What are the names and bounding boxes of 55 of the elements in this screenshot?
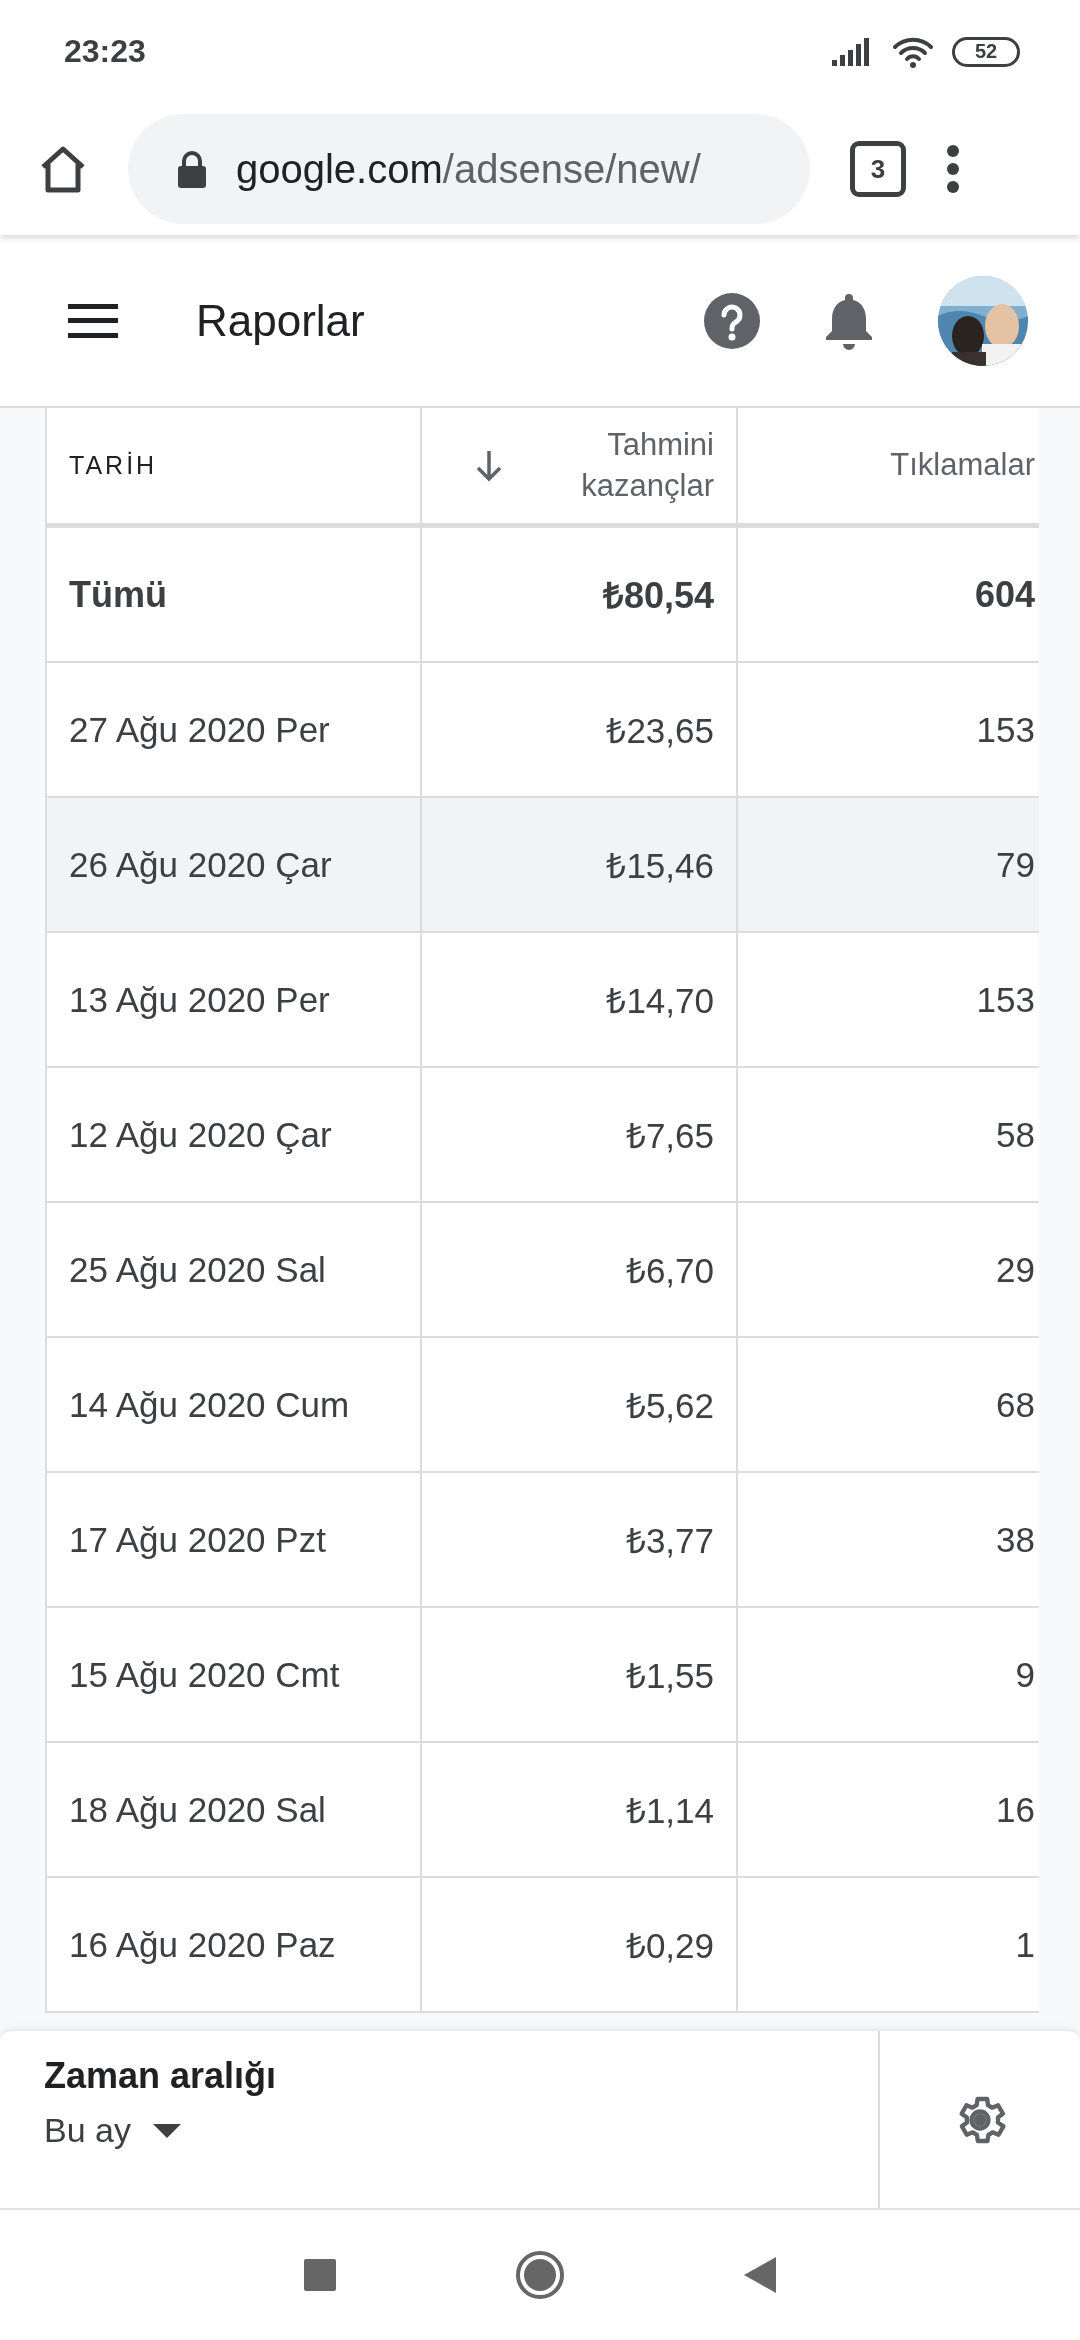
table-cell: 14 Ağu 2020 Cum — [69, 1384, 350, 1425]
dropdown-caret-icon — [152, 2123, 181, 2138]
lock-icon — [176, 149, 208, 189]
table-cell: 68 — [996, 1384, 1035, 1425]
total-cell: 604 — [974, 573, 1035, 616]
panel-title: Zaman aralığı — [44, 2055, 278, 2097]
table-cell: 25 Ağu 2020 Sal — [69, 1249, 326, 1290]
table-cell: 16 Ağu 2020 Paz — [69, 1924, 336, 1965]
table-cell: 15 Ağu 2020 Cmt — [69, 1654, 340, 1695]
table-cell: 79 — [996, 844, 1035, 885]
table-cell-text: ₺0,29 — [625, 1925, 714, 1967]
battery-indicator: 52 — [952, 36, 1020, 67]
table-cell-text: ₺6,70 — [625, 1250, 714, 1292]
table-cell: 29 — [996, 1249, 1035, 1290]
table-cell: 18 Ağu 2020 Sal — [69, 1789, 326, 1830]
wifi-icon — [892, 35, 934, 68]
table-cell: 9 — [1015, 1654, 1035, 1695]
table-cell-text: ₺23,65 — [606, 710, 714, 752]
total-cell-text: ₺80,54 — [602, 574, 714, 618]
table-cell: 153 — [976, 979, 1035, 1020]
date-range-dropdown[interactable]: Bu ay — [44, 2111, 181, 2150]
table-cell: 12 Ağu 2020 Çar — [69, 1114, 332, 1155]
table-cell: 153 — [976, 709, 1035, 750]
url-text: google.com/adsense/new/ — [236, 146, 701, 192]
table-cell: 26 Ağu 2020 Çar — [69, 844, 332, 885]
help-icon[interactable] — [704, 292, 760, 349]
column-header[interactable]: TARİH — [69, 449, 158, 482]
page-title: Raporlar — [196, 295, 366, 346]
column-header[interactable]: Tahmini kazançlar — [504, 425, 714, 506]
table-cell: 13 Ağu 2020 Per — [69, 979, 330, 1020]
home-circle-icon[interactable] — [516, 2251, 564, 2299]
table-cell-text: ₺7,65 — [625, 1115, 714, 1157]
column-header[interactable]: Tıklamalar — [890, 445, 1035, 486]
back-triangle-icon[interactable] — [744, 2257, 776, 2293]
table-cell-text: ₺3,77 — [625, 1520, 714, 1562]
sort-down-arrow-icon[interactable] — [474, 448, 504, 483]
table-cell: 1 — [1015, 1924, 1035, 1965]
total-cell: Tümü — [69, 573, 167, 616]
table-cell-text: ₺14,70 — [606, 980, 714, 1022]
table-cell: 16 — [996, 1789, 1035, 1830]
menu-icon[interactable] — [68, 303, 118, 338]
selected-row-highlight[interactable]: 26 Ağu 2020 Çar ₺15,46 79 — [47, 798, 1039, 933]
tab-count-button[interactable]: 3 — [850, 141, 906, 197]
table-cell: 38 — [996, 1519, 1035, 1560]
more-menu-icon[interactable] — [946, 144, 960, 194]
address-bar[interactable]: google.com/adsense/new/ — [128, 114, 810, 224]
table-cell: 58 — [996, 1114, 1035, 1155]
table-cell-text: ₺5,62 — [625, 1385, 714, 1427]
table-cell-text: ₺15,46 — [606, 845, 714, 887]
table-cell: 27 Ağu 2020 Per — [69, 709, 330, 750]
table-cell-text: ₺1,55 — [625, 1655, 714, 1697]
table-cell-text: ₺1,14 — [625, 1790, 714, 1832]
notification-bell-icon[interactable] — [824, 291, 874, 350]
clock-time: 23:23 — [64, 33, 147, 70]
table-cell: 17 Ağu 2020 Pzt — [69, 1519, 326, 1560]
